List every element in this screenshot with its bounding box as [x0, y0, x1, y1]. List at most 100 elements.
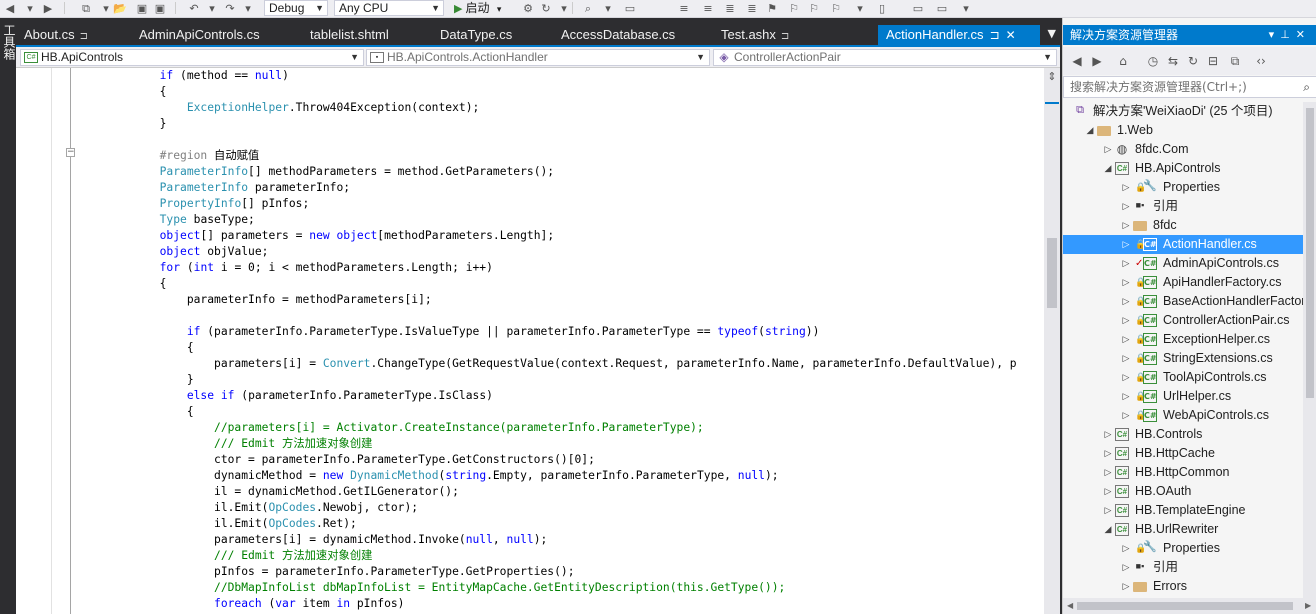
expand-arrow-icon[interactable]: ▷ [1121, 178, 1131, 197]
expand-arrow-icon[interactable]: ▷ [1121, 387, 1131, 406]
back-icon[interactable]: ◀ [2, 1, 18, 16]
split-editor-icon[interactable]: ⇕ [1046, 70, 1058, 84]
expand-arrow-icon[interactable]: ▷ [1103, 140, 1113, 159]
pending-changes-icon[interactable]: ◷ [1145, 53, 1161, 69]
comment-icon[interactable]: ≣ [722, 1, 738, 16]
tree-node[interactable]: ⧉ 解决方案'WeiXiaoDi' (25 个项目) [1063, 102, 1303, 121]
dropdown-icon[interactable]: ▾ [240, 1, 256, 16]
toolbar-tool-icon[interactable]: ▯ [874, 1, 890, 16]
save-all-icon[interactable]: ▣ [152, 1, 168, 16]
expand-arrow-icon[interactable]: ▷ [1103, 444, 1113, 463]
collapse-arrow-icon[interactable]: ◢ [1103, 520, 1113, 539]
expand-arrow-icon[interactable]: ▷ [1121, 311, 1131, 330]
close-icon[interactable]: ✕ [1296, 28, 1311, 41]
back-icon[interactable]: ◀ [1069, 53, 1085, 69]
scroll-left-icon[interactable]: ◀ [1067, 601, 1073, 610]
tree-node[interactable]: ◢ C# HB.ApiControls [1063, 159, 1303, 178]
tree-node[interactable]: ▷ C# HB.HttpCache [1063, 444, 1303, 463]
bookmark-icon[interactable]: ⚑ [764, 1, 780, 16]
tree-node[interactable]: ▷ 🔒 C# ApiHandlerFactory.cs [1063, 273, 1303, 292]
collapse-all-icon[interactable]: ⊟ [1205, 53, 1221, 69]
show-all-files-icon[interactable]: ⧉ [1227, 53, 1243, 69]
expand-arrow-icon[interactable]: ▷ [1121, 273, 1131, 292]
toolbar-overflow-icon[interactable]: ▾ [958, 1, 974, 16]
tree-node[interactable]: ▷ 🔒 C# UrlHelper.cs [1063, 387, 1303, 406]
tree-node[interactable]: ▷ C# HB.Controls [1063, 425, 1303, 444]
toolbox-tab[interactable]: 工具箱 [1, 24, 16, 60]
editor-scroll-thumb[interactable] [1047, 238, 1057, 308]
open-file-icon[interactable]: 📂 [112, 1, 128, 16]
collapse-arrow-icon[interactable]: ◢ [1103, 159, 1113, 178]
expand-arrow-icon[interactable]: ▷ [1103, 501, 1113, 520]
align-left-icon[interactable]: ≡ [676, 1, 692, 16]
class-dropdown[interactable]: ▪ HB.ApiControls.ActionHandler ▼ [366, 49, 710, 66]
expand-arrow-icon[interactable]: ▷ [1121, 235, 1131, 254]
pin-icon[interactable]: ⊐ [990, 28, 1000, 42]
properties-icon[interactable]: ‹› [1253, 53, 1269, 69]
attach-icon[interactable]: ⚙ [520, 1, 536, 16]
undo-icon[interactable]: ↶ [186, 1, 202, 16]
expand-arrow-icon[interactable]: ▷ [1103, 425, 1113, 444]
refresh-icon[interactable]: ↻ [1185, 53, 1201, 69]
dropdown-icon[interactable]: ▾ [852, 1, 868, 16]
bookmark-clear-icon[interactable]: ⚐ [828, 1, 844, 16]
editor-vertical-scrollbar[interactable] [1044, 68, 1060, 614]
tab-test[interactable]: Test.ashx ⊐ [713, 25, 789, 45]
bookmark-prev-icon[interactable]: ⚐ [786, 1, 802, 16]
project-dropdown[interactable]: C# HB.ApiControls ▼ [20, 49, 364, 66]
tree-scroll-thumb[interactable] [1306, 108, 1314, 398]
tree-node[interactable]: ▷ 🔒 C# ControllerActionPair.cs [1063, 311, 1303, 330]
expand-arrow-icon[interactable]: ▷ [1121, 406, 1131, 425]
scroll-right-icon[interactable]: ▶ [1305, 601, 1311, 610]
toolbar-tool-icon[interactable]: ▭ [622, 1, 638, 16]
tree-node[interactable]: ▷ 🔒 C# ToolApiControls.cs [1063, 368, 1303, 387]
tree-node[interactable]: ▷ ✓ C# AdminApiControls.cs [1063, 254, 1303, 273]
expand-arrow-icon[interactable]: ▷ [1121, 368, 1131, 387]
forward-icon[interactable]: ▶ [40, 1, 56, 16]
close-icon[interactable]: ✕ [1006, 28, 1016, 42]
tree-node[interactable]: ▷ ■▪ 引用 [1063, 558, 1303, 577]
save-icon[interactable]: ▣ [134, 1, 150, 16]
tree-node[interactable]: ◢ 1.Web [1063, 121, 1303, 140]
window-position-icon[interactable]: ▾ [1269, 28, 1281, 41]
tree-node[interactable]: ▷ C# HB.HttpCommon [1063, 463, 1303, 482]
tab-overflow-icon[interactable]: ▼ [1048, 27, 1056, 40]
solution-config-select[interactable]: Debug ▼ [264, 0, 328, 16]
tree-node[interactable]: ▷ 🔒 🔧 Properties [1063, 178, 1303, 197]
tab-accessdatabase[interactable]: AccessDatabase.cs [553, 25, 675, 45]
tree-node[interactable]: ▷ 8fdc [1063, 216, 1303, 235]
dropdown-icon[interactable]: ▾ [556, 1, 572, 16]
expand-arrow-icon[interactable]: ▷ [1121, 216, 1131, 235]
tree-horizontal-thumb[interactable] [1077, 602, 1293, 610]
expand-arrow-icon[interactable]: ▷ [1121, 292, 1131, 311]
sync-icon[interactable]: ⇆ [1165, 53, 1181, 69]
pin-icon[interactable]: ⊐ [781, 31, 789, 42]
forward-icon[interactable]: ▶ [1089, 53, 1105, 69]
tree-node[interactable]: ▷ 🔒 C# ExceptionHelper.cs [1063, 330, 1303, 349]
tree-node[interactable]: ▷ 🔒 C# ActionHandler.cs [1063, 235, 1303, 254]
tree-node[interactable]: ◢ C# HB.UrlRewriter [1063, 520, 1303, 539]
tree-node[interactable]: ▷ C# HB.OAuth [1063, 482, 1303, 501]
tree-node[interactable]: ▷ 🔒 🔧 Properties [1063, 539, 1303, 558]
tree-node[interactable]: ▷ 🔒 C# BaseActionHandlerFactory [1063, 292, 1303, 311]
tree-node[interactable]: ▷ ■▪ 引用 [1063, 197, 1303, 216]
collapse-region-icon[interactable]: − [66, 148, 75, 157]
expand-arrow-icon[interactable]: ▷ [1121, 558, 1131, 577]
expand-arrow-icon[interactable]: ▷ [1121, 254, 1131, 273]
tab-about[interactable]: About.cs ⊐ [16, 25, 88, 45]
toolbar-tool-icon[interactable]: ▭ [934, 1, 950, 16]
auto-hide-pin-icon[interactable]: ⊥ [1280, 28, 1296, 41]
redo-icon[interactable]: ↷ [222, 1, 238, 16]
code-editor[interactable]: − if (method == null) { ExceptionHelper.… [16, 68, 1044, 614]
align-center-icon[interactable]: ≡ [700, 1, 716, 16]
solution-search-input[interactable]: 搜索解决方案资源管理器(Ctrl+;) ⌕ [1063, 76, 1316, 98]
tab-tablelist[interactable]: tablelist.shtml [302, 25, 389, 45]
tree-node[interactable]: ▷ 🔒 C# StringExtensions.cs [1063, 349, 1303, 368]
tree-node[interactable]: ▷ ◍ 8fdc.Com [1063, 140, 1303, 159]
pin-icon[interactable]: ⊐ [80, 31, 88, 42]
expand-arrow-icon[interactable]: ▷ [1121, 577, 1131, 596]
expand-arrow-icon[interactable]: ▷ [1121, 539, 1131, 558]
platform-select[interactable]: Any CPU ▼ [334, 0, 444, 16]
new-project-icon[interactable]: ⧉ [78, 1, 94, 16]
dropdown-icon[interactable]: ▾ [600, 1, 616, 16]
